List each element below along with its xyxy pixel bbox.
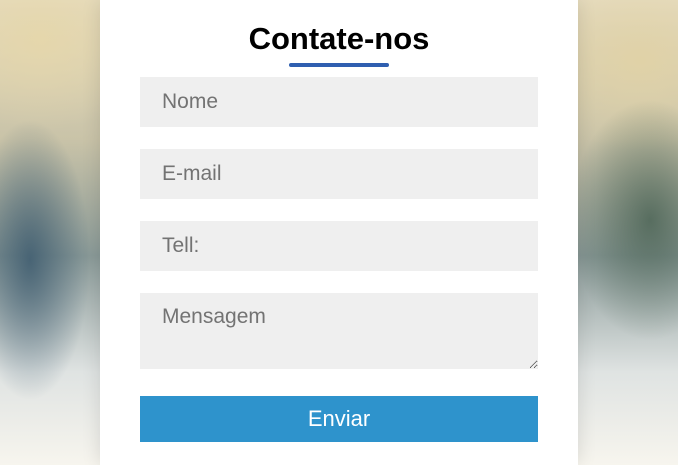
email-input[interactable] bbox=[140, 149, 538, 199]
form-title: Contate-nos bbox=[248, 21, 430, 56]
message-textarea[interactable] bbox=[140, 293, 538, 369]
title-underline bbox=[289, 63, 389, 67]
name-input[interactable] bbox=[140, 77, 538, 127]
phone-input[interactable] bbox=[140, 221, 538, 271]
contact-form-card: Contate-nos Enviar bbox=[100, 0, 578, 465]
submit-button[interactable]: Enviar bbox=[140, 396, 538, 442]
